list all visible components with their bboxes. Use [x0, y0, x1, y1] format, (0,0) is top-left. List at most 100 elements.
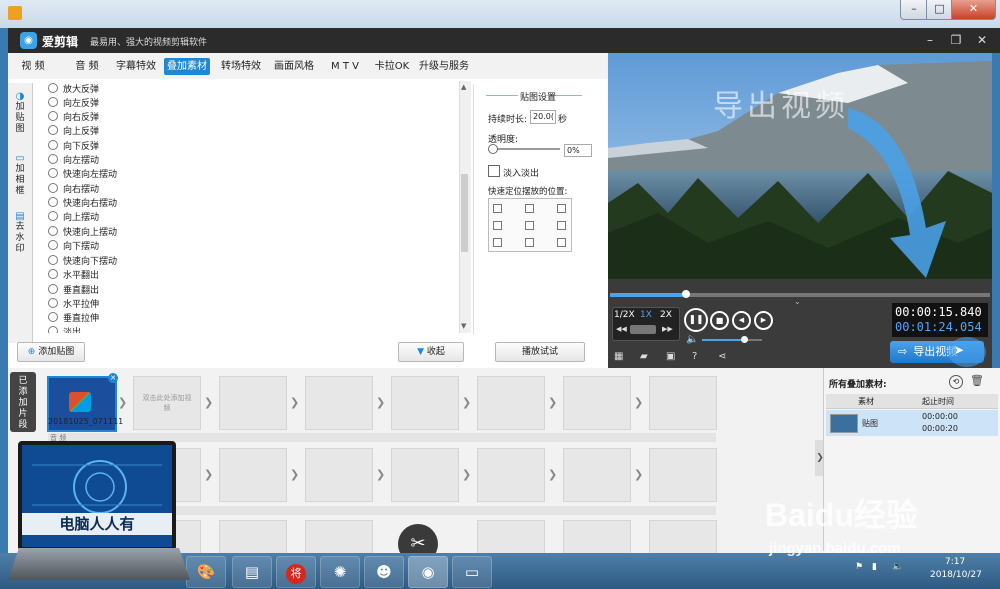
scroll-up-icon[interactable]: ▲	[461, 83, 466, 91]
next-frame-icon[interactable]: ▶	[754, 311, 773, 330]
empty-clip-slot[interactable]	[477, 520, 545, 554]
empty-clip-slot[interactable]	[305, 448, 373, 502]
fade-checkbox[interactable]	[488, 165, 500, 177]
position-center[interactable]	[525, 221, 534, 230]
radio-icon[interactable]	[48, 168, 58, 178]
tab-audio[interactable]: 音 频	[68, 58, 106, 75]
radio-icon[interactable]	[48, 298, 58, 308]
list-item[interactable]: 向左反弹	[48, 97, 99, 111]
taskbar-clock-date[interactable]: 2018/10/27	[930, 570, 982, 580]
speed-2x-button[interactable]: 2X	[660, 310, 672, 320]
tab-transition-effects[interactable]: 转场特效	[216, 58, 266, 75]
empty-clip-slot[interactable]	[649, 520, 717, 554]
duration-input[interactable]: 20.0(	[530, 110, 556, 124]
list-item[interactable]: 向上反弹	[48, 125, 99, 139]
list-item[interactable]: 快速向右摆动	[48, 197, 117, 211]
list-item[interactable]: 向左摆动	[48, 154, 99, 168]
radio-icon[interactable]	[48, 284, 58, 294]
app-minimize-icon[interactable]: –	[922, 32, 938, 48]
aijianji-taskbar-icon[interactable]: ◉	[408, 556, 448, 588]
empty-clip-slot[interactable]	[219, 376, 287, 430]
empty-clip-slot[interactable]	[477, 376, 545, 430]
trash-icon[interactable]: 🗑	[970, 374, 984, 387]
empty-clip-slot[interactable]	[219, 448, 287, 502]
radio-icon[interactable]	[48, 240, 58, 250]
side-tab-remove-watermark[interactable]: ▤ 去水印	[10, 211, 30, 255]
tab-upgrade-services[interactable]: 升级与服务	[416, 58, 472, 75]
tab-picture-style[interactable]: 画面风格	[268, 58, 320, 75]
empty-clip-slot[interactable]	[391, 376, 459, 430]
side-tab-add-sticker[interactable]: ◑ 加贴图	[10, 91, 30, 135]
stop-icon[interactable]: ■	[710, 311, 729, 330]
picture-viewer-icon[interactable]: ▭	[452, 556, 492, 588]
scrollbar-thumb[interactable]	[461, 174, 468, 252]
radio-icon[interactable]	[48, 197, 58, 207]
position-middle-right[interactable]	[557, 221, 566, 230]
list-item[interactable]: 向右摆动	[48, 183, 99, 197]
opacity-slider-knob[interactable]	[488, 144, 498, 154]
game-app-icon[interactable]: 将	[276, 556, 316, 588]
volume-icon[interactable]: 🔈	[686, 334, 698, 345]
radio-icon[interactable]	[48, 255, 58, 265]
help-icon[interactable]: ?	[692, 351, 697, 362]
rewind-icon[interactable]: ◀◀	[616, 325, 627, 333]
add-sticker-button[interactable]: ⊕ 添加贴图	[17, 342, 85, 362]
speed-1x-button[interactable]: 1X	[640, 310, 652, 320]
list-item[interactable]: 放大反弹	[48, 83, 99, 97]
table-row[interactable]: 贴图 00:00:00 00:00:20	[826, 410, 998, 436]
save-icon[interactable]: ▣	[666, 351, 675, 362]
tray-volume-icon[interactable]: 🔈	[892, 562, 903, 572]
tab-karaoke[interactable]: 卡拉OK	[370, 58, 414, 75]
taskbar-clock-time[interactable]: 7:17	[945, 557, 965, 567]
list-item[interactable]: 垂直拉伸	[48, 312, 99, 326]
add-video-slot[interactable]: 双击此处添加视频	[133, 376, 201, 430]
empty-clip-slot[interactable]	[563, 520, 631, 554]
empty-clip-slot[interactable]	[649, 448, 717, 502]
radio-icon[interactable]	[48, 154, 58, 164]
empty-clip-slot[interactable]	[563, 448, 631, 502]
opacity-input[interactable]: 0%	[564, 144, 592, 157]
maximize-button[interactable]: □	[926, 0, 953, 20]
qq-icon[interactable]: ☻	[364, 556, 404, 588]
preview-play-button[interactable]: 播放试试	[495, 342, 585, 362]
position-top-center[interactable]	[525, 204, 534, 213]
app-close-icon[interactable]: ✕	[974, 32, 990, 48]
timeline-progress-knob[interactable]	[682, 290, 690, 298]
radio-icon[interactable]	[48, 97, 58, 107]
radio-icon[interactable]	[48, 326, 58, 333]
previous-frame-icon[interactable]: ◀	[732, 311, 751, 330]
radio-icon[interactable]	[48, 111, 58, 121]
radio-icon[interactable]	[48, 83, 58, 93]
tray-network-icon[interactable]: ▮	[872, 562, 877, 572]
app-restore-icon[interactable]: ❐	[948, 32, 964, 48]
minimize-button[interactable]: –	[900, 0, 928, 20]
opacity-slider[interactable]	[490, 148, 560, 150]
radio-icon[interactable]	[48, 140, 58, 150]
collapse-button[interactable]: ▼ 收起	[398, 342, 464, 362]
close-button[interactable]: ✕	[951, 0, 996, 20]
fast-forward-icon[interactable]: ▶▶	[662, 325, 673, 333]
list-item[interactable]: 向右反弹	[48, 111, 99, 125]
empty-clip-slot[interactable]	[219, 520, 287, 554]
film-icon[interactable]: ▦	[614, 351, 623, 362]
list-item[interactable]: 水平翻出	[48, 269, 99, 283]
speed-slider[interactable]	[630, 325, 656, 334]
list-item[interactable]: 淡出	[48, 326, 81, 333]
position-top-right[interactable]	[557, 204, 566, 213]
tab-overlay-materials[interactable]: 叠加素材	[164, 58, 210, 75]
list-item[interactable]: 快速向左摆动	[48, 168, 117, 182]
remove-clip-icon[interactable]: ✕	[108, 373, 118, 383]
position-bottom-center[interactable]	[525, 238, 534, 247]
notes-icon[interactable]: ▤	[232, 556, 272, 588]
tab-subtitle-effects[interactable]: 字幕特效	[112, 58, 160, 75]
list-item[interactable]: 水平拉伸	[48, 298, 99, 312]
radio-icon[interactable]	[48, 183, 58, 193]
radio-icon[interactable]	[48, 269, 58, 279]
list-item[interactable]: 垂直翻出	[48, 284, 99, 298]
position-middle-left[interactable]	[493, 221, 502, 230]
list-item[interactable]: 向下反弹	[48, 140, 99, 154]
radio-icon[interactable]	[48, 211, 58, 221]
speed-half-button[interactable]: 1/2X	[614, 310, 635, 320]
empty-clip-slot[interactable]	[477, 448, 545, 502]
list-item[interactable]: 向下摆动	[48, 240, 99, 254]
